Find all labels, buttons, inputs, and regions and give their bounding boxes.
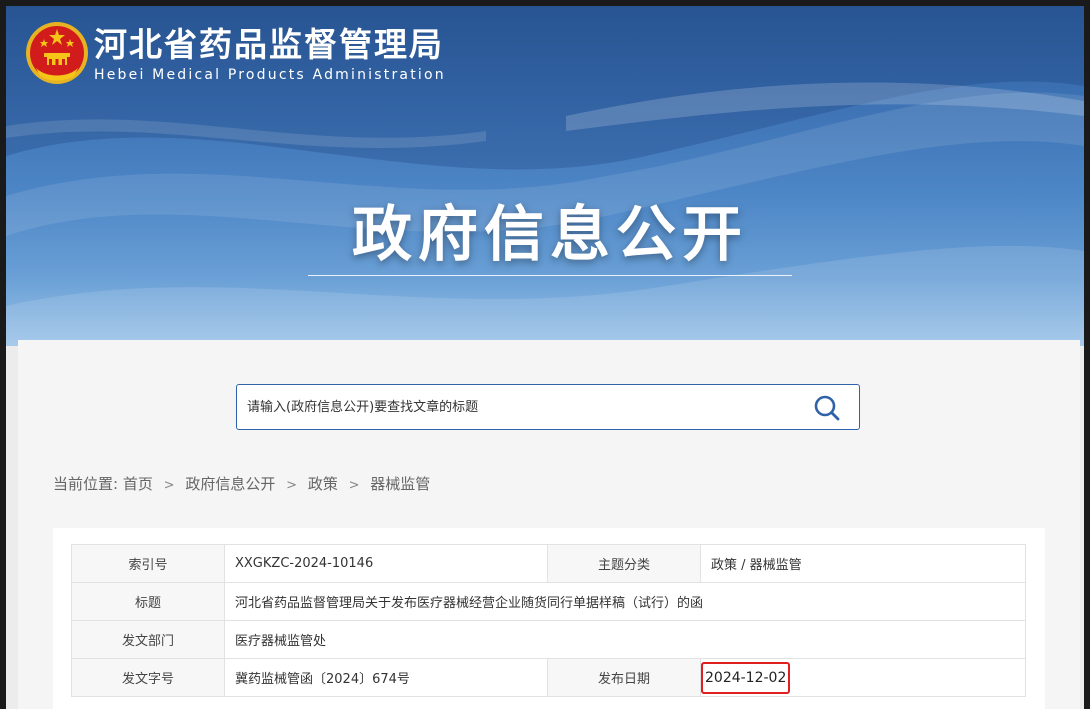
breadcrumb-home[interactable]: 首页 (123, 475, 153, 493)
publish-date-value: 2024-12-02 (701, 661, 791, 694)
title-label: 标题 (71, 582, 225, 621)
table-row: 标题 河北省药品监督管理局关于发布医疗器械经营企业随货同行单据样稿（试行）的函 (71, 582, 1026, 621)
table-row: 发文部门 医疗器械监管处 (71, 620, 1026, 659)
search-icon[interactable] (813, 394, 841, 422)
heading-underline (308, 275, 792, 276)
site-title[interactable]: 河北省药品监督管理局 (94, 18, 444, 66)
index-number-value: XXGKZC-2024-10146 (224, 544, 548, 583)
breadcrumb-separator: > (286, 478, 298, 493)
search-input[interactable] (247, 385, 787, 429)
header-banner: 河北省药品监督管理局 Hebei Medical Products Admini… (6, 6, 1084, 346)
document-number-value: 冀药监械管函〔2024〕674号 (224, 658, 548, 697)
main-content: 当前位置: 首页 > 政府信息公开 > 政策 > 器械监管 索引号 XXGKZC… (18, 340, 1080, 709)
category-value: 政策 / 器械监管 (700, 544, 1026, 583)
page-heading: 政府信息公开 (352, 200, 748, 270)
category-label: 主题分类 (547, 544, 701, 583)
publish-date-label: 发布日期 (547, 658, 701, 697)
table-row: 发文字号 冀药监械管函〔2024〕674号 发布日期 2024-12-02 (71, 658, 1026, 697)
breadcrumb-device-regulation[interactable]: 器械监管 (370, 475, 430, 493)
national-emblem-icon[interactable] (24, 20, 90, 86)
department-label: 发文部门 (71, 620, 225, 659)
breadcrumb-prefix: 当前位置: (53, 475, 119, 493)
document-info-table: 索引号 XXGKZC-2024-10146 主题分类 政策 / 器械监管 标题 … (71, 544, 1026, 697)
title-value: 河北省药品监督管理局关于发布医疗器械经营企业随货同行单据样稿（试行）的函 (224, 582, 1026, 621)
table-row: 索引号 XXGKZC-2024-10146 主题分类 政策 / 器械监管 (71, 544, 1026, 583)
index-number-label: 索引号 (71, 544, 225, 583)
site-subtitle: Hebei Medical Products Administration (94, 67, 446, 83)
department-value: 医疗器械监管处 (224, 620, 1026, 659)
document-info-panel: 索引号 XXGKZC-2024-10146 主题分类 政策 / 器械监管 标题 … (53, 528, 1045, 709)
breadcrumb: 当前位置: 首页 > 政府信息公开 > 政策 > 器械监管 (53, 473, 430, 494)
search-bar (236, 384, 860, 430)
breadcrumb-separator: > (163, 478, 175, 493)
breadcrumb-separator: > (348, 478, 360, 493)
publish-date-cell: 2024-12-02 (700, 658, 1026, 697)
document-number-label: 发文字号 (71, 658, 225, 697)
breadcrumb-policy[interactable]: 政策 (308, 475, 338, 493)
browser-viewport: 河北省药品监督管理局 Hebei Medical Products Admini… (6, 6, 1084, 709)
breadcrumb-gov-info[interactable]: 政府信息公开 (185, 475, 275, 493)
